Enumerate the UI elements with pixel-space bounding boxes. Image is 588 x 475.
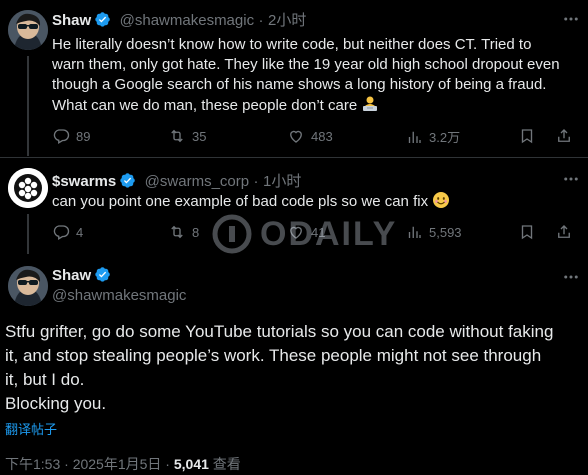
avatar-shaw[interactable]	[8, 10, 48, 50]
main-tweet-text-line: it, and stop stealing people’s work. The…	[5, 346, 542, 365]
main-tweet-author: Shaw	[52, 266, 111, 285]
view-count: 5,041	[173, 456, 209, 472]
main-tweet-text-line: Blocking you.	[5, 394, 107, 413]
retweet-count: 35	[192, 128, 207, 144]
tweet-1-text-line: though a Google search of his name shows…	[52, 76, 547, 93]
thread-line	[27, 56, 29, 156]
tweet-1-author-name[interactable]: Shaw	[52, 12, 91, 29]
main-tweet-meta: 下午1:53 · 2025年1月5日 · 5,041 查看	[5, 454, 241, 474]
main-tweet-more-icon[interactable]	[562, 268, 580, 291]
views-label[interactable]: 查看	[209, 456, 241, 472]
main-tweet-text: Stfu grifter, go do some YouTube tutoria…	[5, 320, 583, 416]
odaily-watermark: ODAILY	[212, 214, 397, 254]
heart-icon	[290, 130, 302, 143]
views-chart-icon	[408, 131, 421, 143]
tweet-2-handle[interactable]: @swarms_corp	[145, 173, 249, 190]
tweet-1-dot: ·	[258, 12, 264, 29]
retweet-icon	[171, 129, 183, 143]
tweet-2-dot: ·	[253, 173, 259, 190]
verified-badge-icon	[94, 266, 111, 283]
translate-post-link[interactable]: 翻译帖子	[5, 419, 57, 438]
tweet-2-views-button[interactable]: 5,593	[405, 223, 462, 241]
views-count: 5,593	[429, 224, 462, 240]
tweet-2-reply-button[interactable]: 4	[52, 223, 83, 241]
tweet-2-text: can you point one example of bad code pl…	[52, 191, 582, 215]
tweet-2-share-icon[interactable]	[555, 223, 573, 246]
tweet-1-retweet-button[interactable]: 35	[168, 127, 206, 145]
tweet-2-retweet-button[interactable]: 8	[168, 223, 199, 241]
tweet-1-header: Shaw @shawmakesmagic · 2小时	[52, 9, 306, 30]
retweet-count: 8	[192, 224, 200, 240]
views-chart-icon	[408, 226, 421, 238]
verified-badge-icon	[94, 11, 111, 28]
reply-count: 4	[76, 224, 84, 240]
tweet-1-handle[interactable]: @shawmakesmagic	[120, 12, 254, 29]
tweet-1-bookmark-icon[interactable]	[518, 127, 536, 150]
timestamp[interactable]: 下午1:53 · 2025年1月5日 ·	[5, 456, 174, 472]
reply-icon	[53, 225, 70, 240]
smiling-face-emoji-icon	[432, 191, 450, 215]
tweet-1-reply-button[interactable]: 89	[52, 127, 90, 145]
tweet-2-author-name[interactable]: $swarms	[52, 173, 116, 190]
reply-count: 89	[76, 128, 91, 144]
main-tweet-author-name[interactable]: Shaw	[52, 267, 91, 284]
tweet-2-bookmark-icon[interactable]	[518, 223, 536, 246]
tweet-1-like-button[interactable]: 483	[287, 127, 333, 145]
views-count: 3.2万	[429, 130, 461, 145]
tweet-1-more-icon[interactable]	[562, 10, 580, 33]
tweet-2-header: $swarms @swarms_corp · 1小时	[52, 170, 301, 191]
retweet-icon	[171, 225, 183, 239]
avatar-swarms[interactable]	[8, 168, 48, 208]
main-tweet-text-line: it, but I do.	[5, 370, 85, 389]
watermark-text: ODAILY	[260, 214, 398, 253]
swarms-logo-icon	[8, 168, 48, 208]
tweet-1-text-line: He literally doesn’t know how to write c…	[52, 36, 532, 53]
tweet-1-time[interactable]: 2小时	[268, 12, 306, 29]
main-tweet-handle[interactable]: @shawmakesmagic	[52, 287, 186, 304]
main-tweet-text-line: Stfu grifter, go do some YouTube tutoria…	[5, 322, 554, 341]
thread-line	[27, 214, 29, 254]
avatar-shaw-main[interactable]	[8, 266, 48, 306]
like-count: 483	[311, 128, 333, 144]
odaily-logo-icon	[212, 214, 252, 254]
person-at-laptop-emoji-icon	[361, 95, 379, 119]
tweet-1-text-line-4: What can we do man, these people don’t c…	[52, 95, 582, 119]
tweet-2-text-line: can you point one example of bad code pl…	[52, 193, 429, 210]
reply-icon	[53, 129, 70, 144]
avatar-image	[8, 266, 48, 306]
avatar-image	[8, 10, 48, 50]
tweet-2-more-icon[interactable]	[562, 170, 580, 193]
tweet-1-text-line: warn them, only got hate. They like the …	[52, 56, 560, 73]
tweet-1-share-icon[interactable]	[555, 127, 573, 150]
tweet-2-time[interactable]: 1小时	[263, 173, 301, 190]
tweet-1-views-button[interactable]: 3.2万	[405, 127, 460, 146]
tweet-1-text: He literally doesn’t know how to write c…	[52, 35, 582, 119]
verified-badge-icon	[119, 172, 136, 189]
divider	[0, 157, 588, 158]
